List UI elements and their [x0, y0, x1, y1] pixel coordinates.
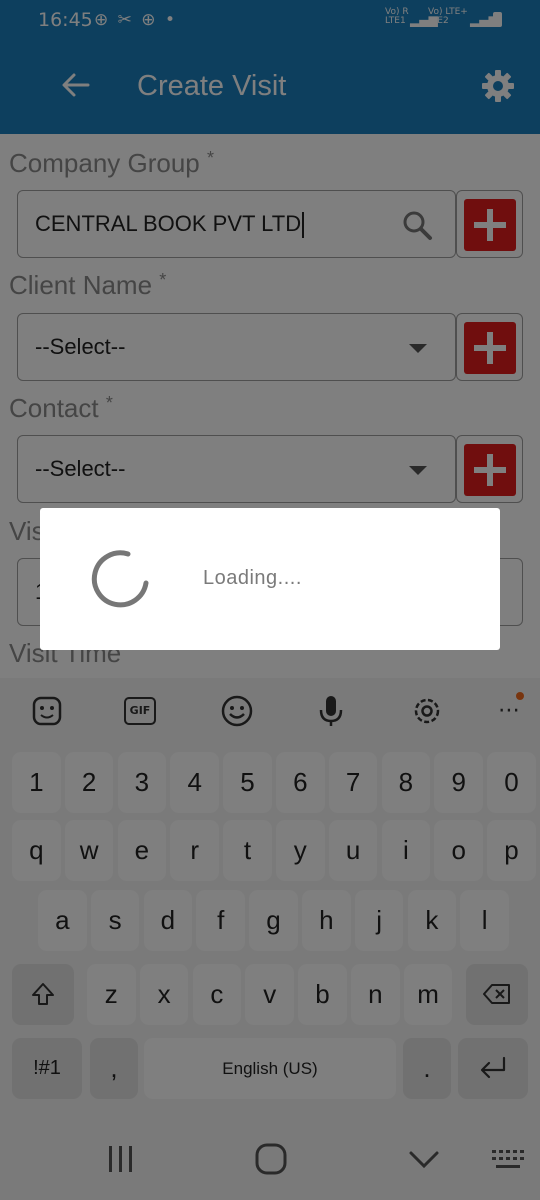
loading-dialog: Loading.... — [40, 508, 500, 650]
loading-text: Loading.... — [203, 567, 302, 589]
loading-spinner-icon — [91, 550, 149, 608]
